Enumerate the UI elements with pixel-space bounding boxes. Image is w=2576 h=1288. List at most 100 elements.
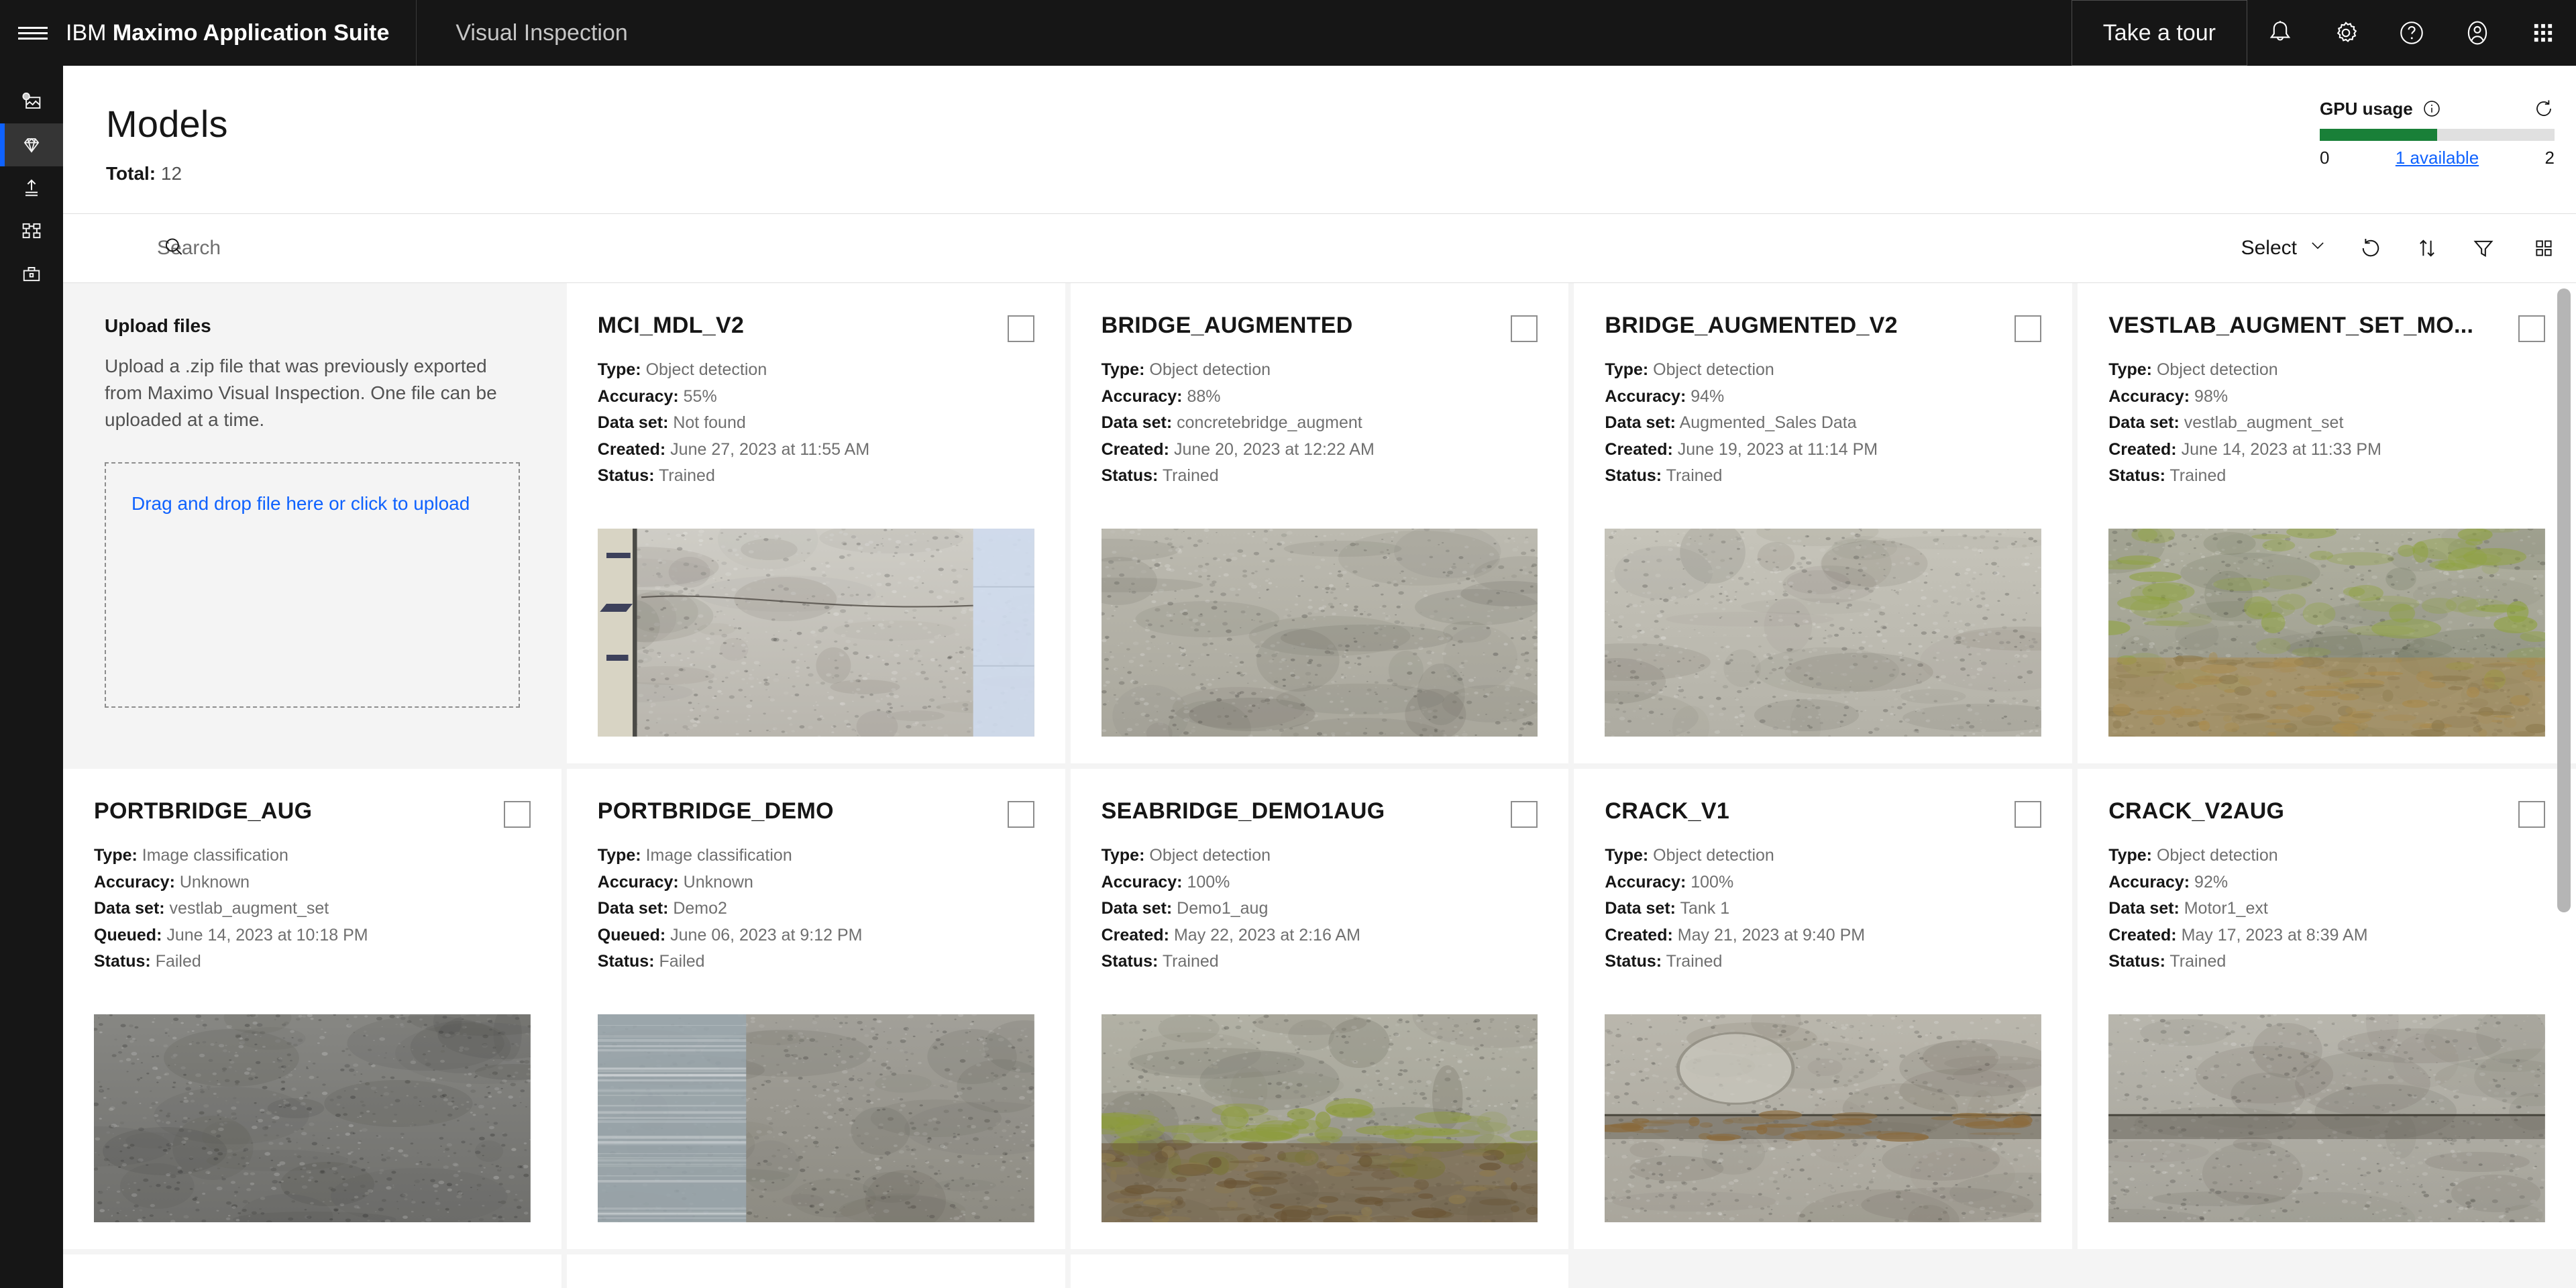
model-select-checkbox[interactable] [2518,801,2545,828]
model-status-row: Status: Trained [598,463,1034,490]
model-select-checkbox[interactable] [1007,801,1034,828]
model-metadata: Type: Object detection Accuracy: 55% Dat… [598,357,1034,490]
model-select-checkbox[interactable] [1511,801,1538,828]
model-card[interactable] [566,1254,1065,1288]
upload-description: Upload a .zip file that was previously e… [105,356,497,430]
model-thumbnail[interactable] [2108,529,2545,737]
model-select-checkbox[interactable] [2015,315,2042,342]
gpu-refresh-icon[interactable] [2533,98,2555,119]
model-card[interactable] [1070,1254,1569,1288]
search-icon [162,235,185,262]
model-status-value: Trained [2169,952,2226,971]
model-dataset-label: Data set: [1605,899,1676,918]
model-status-value: Failed [155,952,201,971]
model-card-header: BRIDGE_AUGMENTED [1102,313,1538,342]
model-name[interactable]: MCI_MDL_V2 [598,313,1008,339]
model-card[interactable]: BRIDGE_AUGMENTED_V2 Type: Object detecti… [1574,283,2073,763]
model-thumbnail[interactable] [1101,1014,1538,1222]
model-type-label: Type: [597,846,641,865]
hamburger-menu-icon[interactable] [0,0,66,66]
model-name[interactable]: CRACK_V2AUG [2108,798,2518,824]
take-a-tour-button[interactable]: Take a tour [2071,0,2247,66]
refresh-icon[interactable] [2343,213,2399,283]
model-name[interactable]: BRIDGE_AUGMENTED_V2 [1605,313,2015,339]
model-metadata: Type: Image classification Accuracy: Unk… [598,843,1034,975]
file-dropzone[interactable]: Drag and drop file here or click to uplo… [105,462,520,708]
settings-gear-icon[interactable] [2313,0,2379,66]
model-date-label: Created: [1101,925,1170,945]
model-type-value: Object detection [1149,846,1271,865]
app-switcher-icon[interactable] [2510,0,2576,66]
model-thumbnail[interactable] [1605,1014,2042,1222]
select-dropdown[interactable]: Select [2225,213,2343,283]
model-select-checkbox[interactable] [2015,801,2042,828]
model-thumbnail[interactable] [2108,1014,2545,1222]
model-type-label: Type: [1605,360,1649,379]
model-accuracy-label: Accuracy: [94,872,175,892]
model-card[interactable]: CRACK_V2AUG Type: Object detection Accur… [2078,769,2576,1249]
model-type-value: Image classification [142,846,288,865]
model-date-value: June 27, 2023 at 11:55 AM [670,439,870,459]
list-toolbar: Select [63,213,2576,283]
search-input[interactable] [157,237,2225,260]
model-card[interactable] [63,1254,561,1288]
model-card[interactable]: SEABRIDGE_DEMO1AUG Type: Object detectio… [1070,769,1569,1249]
filter-icon[interactable] [2455,213,2512,283]
model-card[interactable]: MCI_MDL_V2 Type: Object detection Accura… [566,283,1065,763]
model-card[interactable]: CRACK_V1 Type: Object detection Accuracy… [1574,769,2073,1249]
model-name[interactable]: PORTBRIDGE_AUG [94,798,504,824]
app-name[interactable]: Visual Inspection [417,20,627,46]
model-accuracy-value: 92% [2194,872,2229,892]
model-select-checkbox[interactable] [1511,315,1538,342]
model-status-row: Status: Trained [2108,949,2545,975]
model-name[interactable]: CRACK_V1 [1605,798,2015,824]
model-status-value: Failed [659,952,705,971]
model-select-checkbox[interactable] [1007,315,1034,342]
model-card[interactable]: VESTLAB_AUGMENT_SET_MO... Type: Object d… [2078,283,2576,763]
grid-view-icon[interactable] [2512,213,2576,283]
user-avatar-icon[interactable] [2445,0,2510,66]
scrollbar-thumb[interactable] [2557,288,2571,912]
model-card[interactable]: BRIDGE_AUGMENTED Type: Object detection … [1070,283,1569,763]
model-thumbnail[interactable] [597,1014,1034,1222]
model-date-value: May 22, 2023 at 2:16 AM [1173,925,1360,945]
model-type-value: Object detection [2156,846,2278,865]
vertical-scrollbar[interactable] [2557,283,2571,1288]
sidebar-item-deployed-models[interactable] [0,166,63,209]
notification-bell-icon[interactable] [2247,0,2313,66]
gpu-available-link[interactable]: 1 available [2329,148,2544,168]
model-date-row: Queued: June 14, 2023 at 10:18 PM [94,922,531,949]
model-status-value: Trained [1162,952,1219,971]
help-question-icon[interactable] [2379,0,2445,66]
model-card-header: VESTLAB_AUGMENT_SET_MO... [2108,313,2545,342]
model-select-checkbox[interactable] [503,801,531,828]
gpu-min-value: 0 [2320,148,2330,168]
model-name[interactable]: SEABRIDGE_DEMO1AUG [1102,798,1511,824]
sidebar-item-tools[interactable] [0,252,63,295]
model-thumbnail[interactable] [1605,529,2042,737]
model-dataset-label: Data set: [1101,899,1173,918]
information-icon[interactable] [2422,99,2441,118]
model-accuracy-value: 100% [1187,872,1230,892]
model-date-label: Created: [2108,925,2177,945]
model-type-value: Object detection [2156,360,2278,379]
dropzone-label[interactable]: Drag and drop file here or click to uplo… [131,493,493,515]
model-select-checkbox[interactable] [2518,315,2545,342]
model-name[interactable]: PORTBRIDGE_DEMO [598,798,1008,824]
sidebar-item-data-sets[interactable] [0,80,63,123]
model-card[interactable]: PORTBRIDGE_DEMO Type: Image classificati… [566,769,1065,1249]
model-thumbnail[interactable] [1101,529,1538,737]
model-accuracy-row: Accuracy: 55% [598,384,1034,411]
model-thumbnail[interactable] [94,1014,531,1222]
model-name[interactable]: BRIDGE_AUGMENTED [1102,313,1511,339]
sidebar-item-models[interactable] [0,123,63,166]
search-container[interactable] [63,213,2225,283]
brand-title[interactable]: IBM Maximo Application Suite [66,20,416,46]
model-date-value: June 14, 2023 at 11:33 PM [2181,439,2381,459]
gpu-max-value: 2 [2544,148,2555,168]
model-name[interactable]: VESTLAB_AUGMENT_SET_MO... [2108,313,2518,339]
sort-icon[interactable] [2399,213,2455,283]
model-card[interactable]: PORTBRIDGE_AUG Type: Image classificatio… [63,769,561,1249]
sidebar-item-applications[interactable] [0,209,63,252]
model-thumbnail[interactable] [597,529,1034,737]
